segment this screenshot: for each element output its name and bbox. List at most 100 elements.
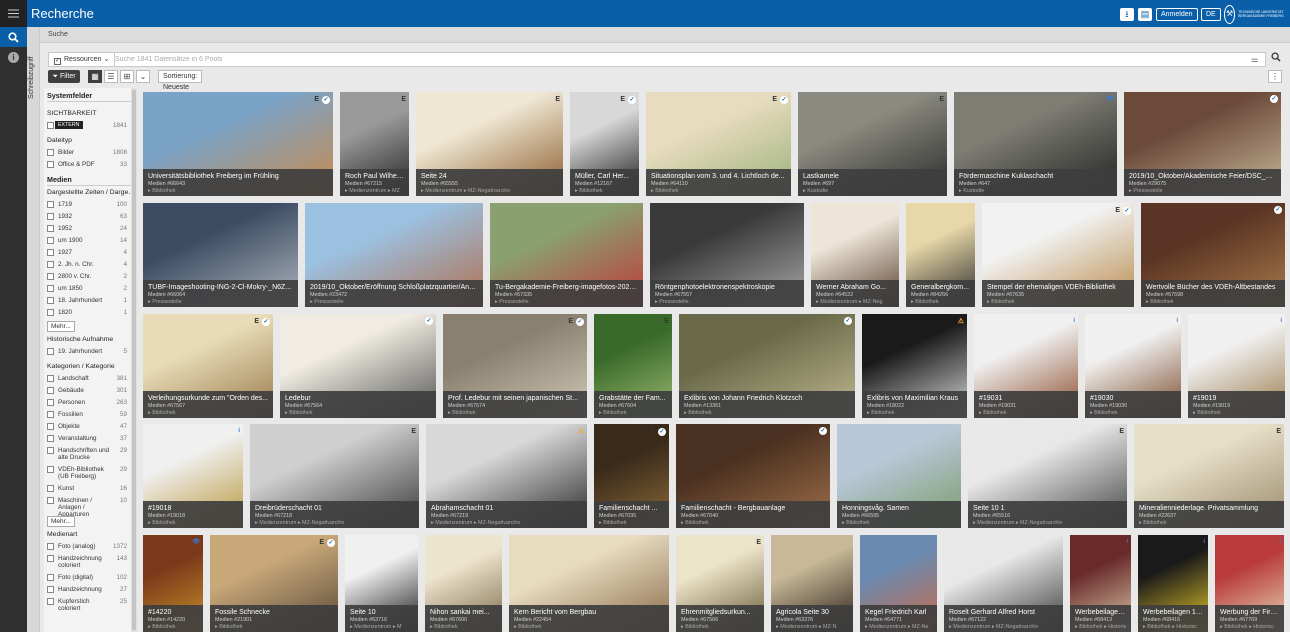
facet-checkbox[interactable] — [47, 543, 54, 550]
result-tile[interactable]: ✓ Familienschacht - Bergbauanlage Medien… — [676, 424, 830, 528]
filter-button[interactable]: ⏷ Filter — [48, 70, 80, 83]
facet-checkbox[interactable] — [47, 213, 54, 220]
info-icon[interactable]: i — [0, 47, 27, 67]
search-input[interactable] — [115, 53, 1195, 66]
facet-item[interactable]: Maschinen / Anlagen / Apparturen 10 — [47, 497, 127, 518]
facet-checkbox[interactable] — [47, 411, 54, 418]
pool-selector[interactable]: ✓ Ressourcen ⌄ — [49, 53, 116, 66]
selected-check-icon[interactable]: ✓ — [844, 317, 852, 325]
facet-item[interactable]: 2800 v. Chr. 2 — [47, 273, 127, 285]
result-tile[interactable]: Kegel Friedrich Karl Medien #64771 ▸ Med… — [860, 535, 937, 632]
facet-item[interactable]: Fossilien 59 — [47, 411, 127, 423]
facet-checkbox[interactable] — [47, 309, 54, 316]
sliders-icon[interactable]: ⚌ — [1251, 55, 1258, 64]
more-options-button[interactable]: ⋮ — [1268, 70, 1282, 83]
facet-item[interactable]: 18. Jahrhundert 1 — [47, 297, 127, 309]
result-tile[interactable]: ✓ Exlibris von Johann Friedrich Klotzsch… — [679, 314, 855, 418]
result-tile[interactable]: E Seite 10 1 Medien #65516 ▸ Medienzentr… — [968, 424, 1127, 528]
result-tile[interactable]: Agricola Seite 30 Medien #63376 ▸ Medien… — [771, 535, 853, 632]
sort-button[interactable]: Sortierung: Neueste — [158, 70, 203, 91]
facet-item[interactable]: 2. Jh. n. Chr. 4 — [47, 261, 127, 273]
facet-item[interactable]: Gebäude 301 — [47, 387, 127, 399]
facet-item[interactable]: 1719 100 — [47, 201, 127, 213]
download-icon[interactable]: ⭳ — [1120, 8, 1134, 21]
facet-item[interactable]: 1927 4 — [47, 249, 127, 261]
facet-item[interactable]: um 1850 2 — [47, 285, 127, 297]
facet-item[interactable]: Kunst 16 — [47, 485, 127, 497]
selected-check-icon[interactable]: ✓ — [1123, 206, 1131, 215]
result-tile[interactable]: i #19030 Medien #19030 ▸ Bibliothek — [1085, 314, 1181, 418]
result-tile[interactable]: E ✓ Prof. Ledebur mit seinen japanischen … — [443, 314, 587, 418]
result-tile[interactable]: ⚠ Exlibris von Maximilian Kraus Medien #… — [862, 314, 967, 418]
clipboard-icon[interactable]: ▤ — [1138, 8, 1152, 21]
selected-check-icon[interactable]: ✓ — [1270, 95, 1278, 103]
result-tile[interactable]: Honningsvåg. Samen Medien #66595 ▸ Bibli… — [837, 424, 961, 528]
result-tile[interactable]: Generalbergkom... Medien #84266 ▸ Biblio… — [906, 203, 975, 307]
search-button[interactable] — [1268, 52, 1283, 67]
facet-item[interactable]: Foto (digital) 102 — [47, 574, 127, 586]
selected-check-icon[interactable]: ✓ — [780, 95, 788, 104]
result-tile[interactable]: TUBF-Imageshooting-ING-2-Cl-Mokry-_N6Z..… — [143, 203, 298, 307]
facet-checkbox[interactable] — [47, 555, 54, 562]
result-tile[interactable]: i Werbebeilage Stah... Medien #68413 ▸ B… — [1070, 535, 1131, 632]
language-button[interactable]: DE — [1201, 8, 1221, 21]
table-view-button[interactable]: ⊞ — [120, 70, 134, 83]
facet-checkbox[interactable] — [47, 598, 54, 605]
facet-checkbox[interactable] — [47, 261, 54, 268]
facet-item[interactable]: Handzeichnung coloriert 143 — [47, 555, 127, 574]
result-tile[interactable]: E ✓ Fossile Schnecke Medien #21901 ▸ Bibl… — [210, 535, 338, 632]
facet-item[interactable]: Landschaft 381 — [47, 375, 127, 387]
facet-item[interactable]: Office & PDF 33 — [47, 161, 127, 173]
result-tile[interactable]: E Seite 24 Medien #65555 ▸ Medienzentrum… — [416, 92, 563, 196]
pool-checkbox[interactable]: ✓ — [54, 58, 61, 65]
facet-checkbox[interactable] — [47, 466, 54, 473]
facet-item[interactable]: VDEh-Bibliothek (UB Freiberg) 29 — [47, 466, 127, 485]
facet-item[interactable]: EXTERN 1841 — [47, 121, 127, 134]
result-tile[interactable]: i Werbung der Firm... Medien #67769 ▸ Bi… — [1215, 535, 1284, 632]
result-tile[interactable]: ⚠ Abrahamschacht 01 Medien #67219 ▸ Medi… — [426, 424, 587, 528]
view-dropdown-button[interactable]: ⌄ — [136, 70, 150, 83]
facet-item[interactable]: Handschriften und alte Drucke 29 — [47, 447, 127, 466]
result-tile[interactable]: E Roch Paul Wilhel... Medien #67215 ▸ Me… — [340, 92, 409, 196]
result-tile[interactable]: Röntgenphotoelektronenspektroskopie Medi… — [650, 203, 804, 307]
facet-checkbox[interactable] — [47, 122, 54, 129]
facet-checkbox[interactable] — [47, 586, 54, 593]
selected-check-icon[interactable]: ✓ — [327, 538, 335, 547]
facet-item[interactable]: Veranstaltung 37 — [47, 435, 127, 447]
result-tile[interactable]: E ✓ Universitätsbibliothek Freiberg im Fr… — [143, 92, 333, 196]
facet-checkbox[interactable] — [47, 273, 54, 280]
scrollbar-thumb[interactable] — [132, 90, 136, 630]
facet-checkbox[interactable] — [47, 423, 54, 430]
selected-check-icon[interactable]: ✓ — [262, 317, 270, 326]
sidebar-scrollbar[interactable] — [131, 88, 137, 632]
result-tile[interactable]: E Dreibrüderschacht 01 Medien #67218 ▸ M… — [250, 424, 419, 528]
facet-checkbox[interactable] — [47, 297, 54, 304]
selected-check-icon[interactable]: ✓ — [576, 317, 584, 326]
categories-more-button[interactable]: Mehr... — [47, 516, 75, 527]
result-tile[interactable]: Seite 10 Medien #63716 ▸ Medienzentrum ▸… — [345, 535, 418, 632]
facet-item[interactable]: 1952 24 — [47, 225, 127, 237]
facet-checkbox[interactable] — [47, 375, 54, 382]
facet-checkbox[interactable] — [47, 161, 54, 168]
facet-item[interactable]: Personen 263 — [47, 399, 127, 411]
selected-check-icon[interactable]: ✓ — [1274, 206, 1282, 214]
result-tile[interactable]: 2019/10_Oktober/Eröffnung Schloßplatzqua… — [305, 203, 483, 307]
grid-view-button[interactable]: ▦ — [88, 70, 102, 83]
result-tile[interactable]: Werner Abraham Go... Medien #64522 ▸ Med… — [811, 203, 899, 307]
result-tile[interactable]: E Mineralienniederlage. Privatsammlung M… — [1134, 424, 1284, 528]
result-tile[interactable]: i #19019 Medien #19019 ▸ Bibliothek — [1188, 314, 1285, 418]
menu-icon[interactable] — [0, 0, 27, 27]
result-tile[interactable]: E ✓ Situationsplan vom 3. und 4. Lichtloc… — [646, 92, 791, 196]
facet-checkbox[interactable] — [47, 285, 54, 292]
result-tile[interactable]: 👁 Fördermaschine Kuklaschacht Medien #64… — [954, 92, 1117, 196]
result-tile[interactable]: E Lastkamele Medien #697 ▸ Kustodie — [798, 92, 947, 196]
facet-checkbox[interactable] — [47, 225, 54, 232]
result-tile[interactable]: 👁 #14220 Medien #14220 ▸ Bibliothek — [143, 535, 203, 632]
facet-item[interactable]: 1820 1 — [47, 309, 127, 321]
facet-item[interactable]: 19. Jahrhundert 5 — [47, 348, 127, 360]
facet-checkbox[interactable] — [47, 249, 54, 256]
selected-check-icon[interactable]: ✓ — [628, 95, 636, 104]
facet-item[interactable]: Foto (analog) 1372 — [47, 543, 127, 555]
facet-item[interactable]: um 1900 14 — [47, 237, 127, 249]
result-tile[interactable]: Roselt Gerhard Alfred Horst Medien #6712… — [944, 535, 1063, 632]
